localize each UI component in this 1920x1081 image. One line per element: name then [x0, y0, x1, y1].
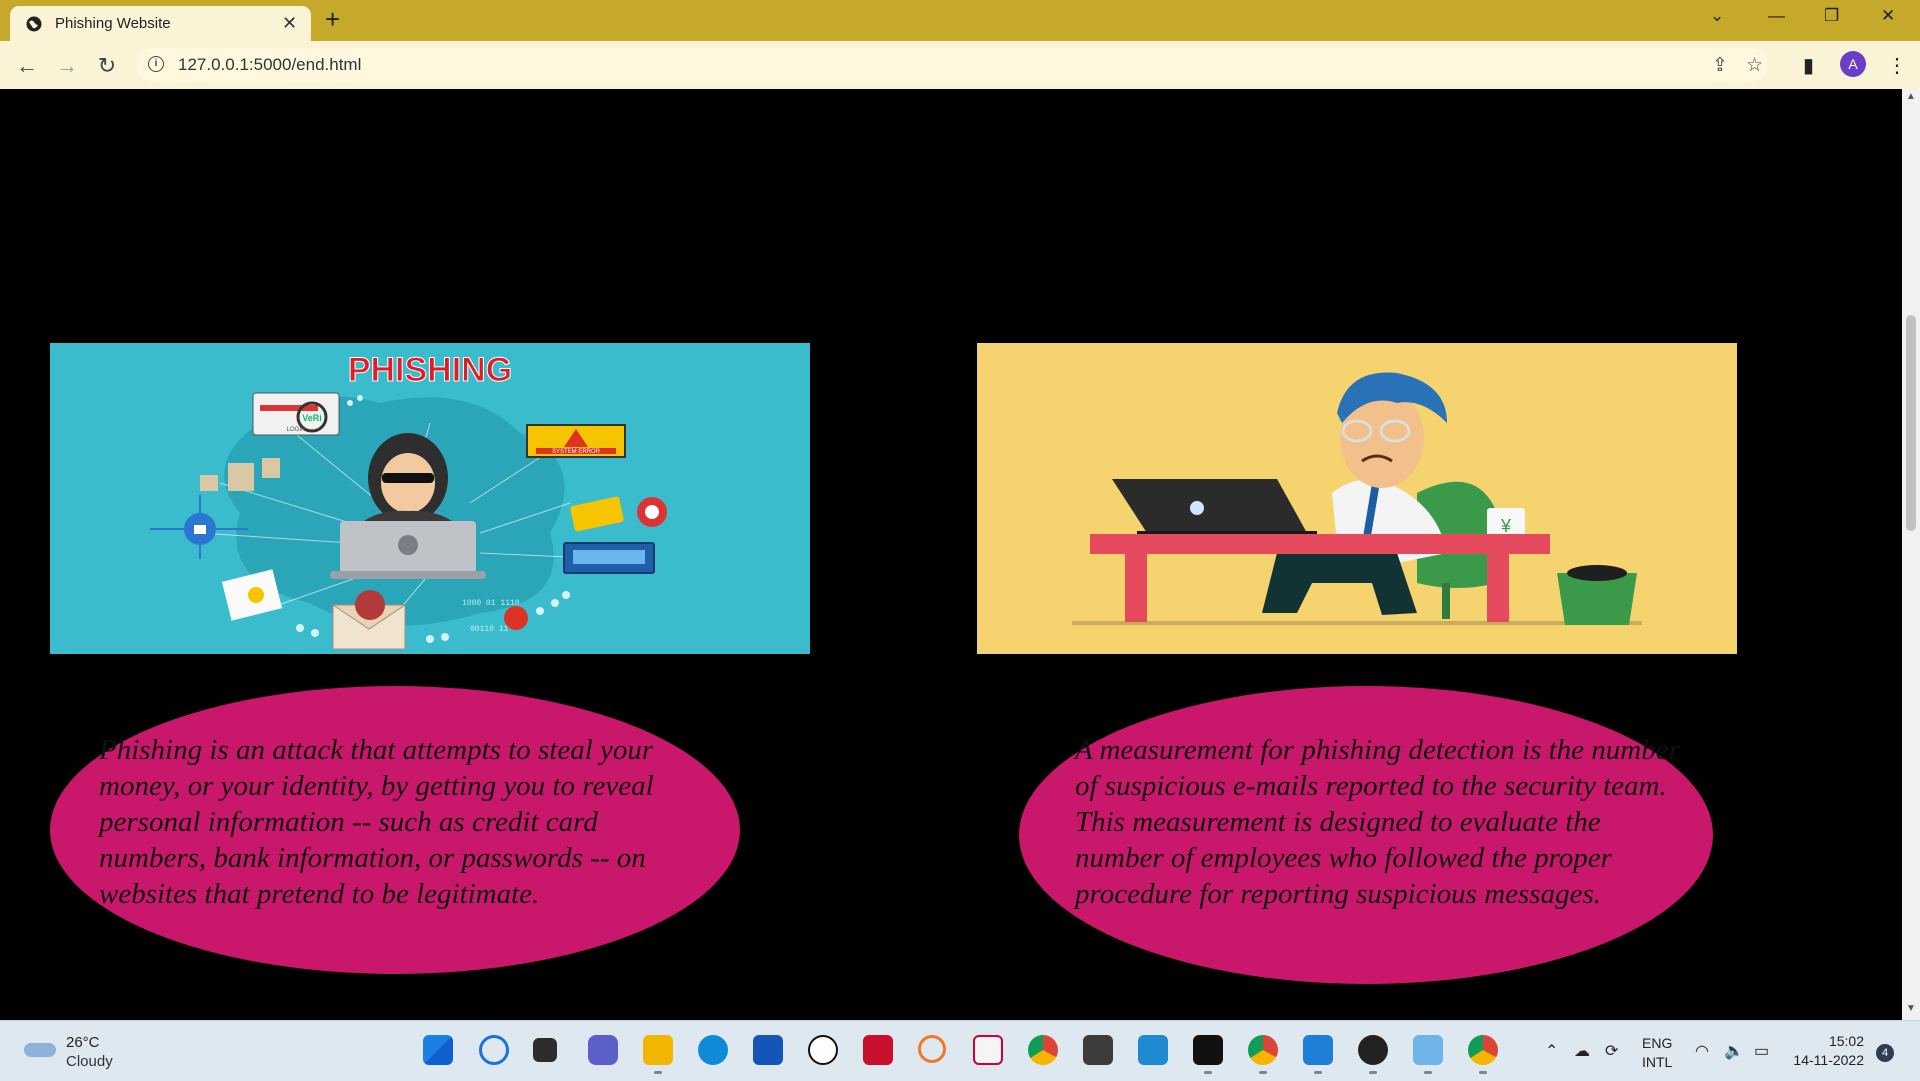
phishing-illustration-art: PHISHING VeRi LOGIN SYSTEM ERROR 1000 01…	[150, 351, 667, 650]
vscode-icon[interactable]	[1138, 1035, 1168, 1065]
language-indicator[interactable]: ENG INTL	[1642, 1034, 1672, 1072]
worried-worker-art: ¥	[1072, 372, 1642, 625]
store-icon[interactable]	[753, 1035, 783, 1065]
tool-icon[interactable]	[973, 1035, 1003, 1065]
login-label: LOGIN	[287, 427, 306, 433]
url-text[interactable]: 127.0.0.1:5000/end.html	[178, 55, 361, 75]
chrome-icon[interactable]	[1028, 1035, 1058, 1065]
system-error-label: SYSTEM ERROR	[552, 449, 601, 455]
tab-search-chevron-icon[interactable]: ⌄	[1710, 6, 1724, 26]
chat-icon[interactable]	[588, 1035, 618, 1065]
restore-icon[interactable]: ❐	[1824, 6, 1839, 26]
taskbar: 26°C Cloudy ⌃ ☁ ⟳ ENG INTL ◠ 🔈 ▭ 15:02 1…	[0, 1020, 1920, 1081]
search-icon[interactable]	[479, 1035, 509, 1065]
clock[interactable]: 15:02 14-11-2022	[1792, 1032, 1864, 1070]
phishing-definition-bubble: Phishing is an attack that attempts to s…	[50, 686, 740, 974]
chrome-profile-a-icon[interactable]	[1468, 1035, 1498, 1074]
phishing-measurement-text: A measurement for phishing detection is …	[1075, 734, 1680, 910]
browser-tab[interactable]: Phishing Website ✕	[10, 6, 311, 41]
weather-condition: Cloudy	[66, 1053, 113, 1070]
volume-icon[interactable]: 🔈	[1724, 1041, 1744, 1061]
cmd-icon[interactable]	[1193, 1035, 1223, 1074]
phishing-measurement-bubble: A measurement for phishing detection is …	[1019, 686, 1713, 984]
browser-toolbar: ← → ↻ i 127.0.0.1:5000/end.html ⇪ ☆ ▮ ⋮	[0, 41, 1920, 90]
terminal-icon[interactable]	[1083, 1035, 1113, 1065]
new-tab-button[interactable]: +	[325, 4, 340, 35]
bookmark-star-icon[interactable]: ☆	[1746, 54, 1763, 77]
onedrive-cloud-icon[interactable]: ☁	[1574, 1041, 1590, 1061]
file-explorer-icon[interactable]	[643, 1035, 673, 1074]
menu-icon[interactable]: ⋮	[1887, 53, 1907, 78]
tab-close-icon[interactable]: ✕	[282, 13, 297, 34]
cloud-icon	[24, 1043, 56, 1057]
remote-icon[interactable]	[1413, 1035, 1443, 1074]
scroll-thumb[interactable]	[1906, 315, 1916, 531]
battery-icon[interactable]: ▭	[1754, 1041, 1769, 1061]
svg-text:¥: ¥	[1500, 516, 1512, 536]
site-info-icon[interactable]: i	[148, 56, 164, 72]
minimize-icon[interactable]: —	[1768, 6, 1785, 26]
jupyter-icon[interactable]	[918, 1035, 946, 1063]
keyboard-layout: INTL	[1642, 1054, 1673, 1070]
show-hidden-icons-chevron-icon[interactable]: ⌃	[1545, 1041, 1558, 1061]
clock-date: 14-11-2022	[1793, 1052, 1864, 1068]
scroll-down-icon[interactable]: ▼	[1906, 1003, 1916, 1014]
tab-title: Phishing Website	[55, 15, 171, 32]
svg-text:1000 01 1110: 1000 01 1110	[462, 599, 520, 608]
reload-icon[interactable]: ↻	[94, 53, 120, 79]
svg-text:00110 11: 00110 11	[470, 625, 509, 634]
edge-icon[interactable]	[698, 1035, 728, 1065]
start-icon[interactable]	[423, 1035, 453, 1065]
share-icon[interactable]: ⇪	[1712, 54, 1728, 77]
dell-icon[interactable]	[808, 1035, 838, 1065]
address-bar[interactable]: i 127.0.0.1:5000/end.html ⇪ ☆	[136, 48, 1768, 82]
worker-illustration: ¥	[977, 343, 1737, 654]
notification-badge[interactable]: 4	[1876, 1044, 1894, 1062]
forward-icon[interactable]: →	[54, 53, 80, 79]
side-panel-icon[interactable]: ▮	[1803, 53, 1814, 78]
sync-icon[interactable]: ⟳	[1605, 1041, 1618, 1061]
media-player-icon[interactable]	[1358, 1035, 1388, 1074]
chrome-profile-d-icon[interactable]	[1248, 1035, 1278, 1074]
photos-icon[interactable]	[1303, 1035, 1333, 1074]
phishing-definition-text: Phishing is an attack that attempts to s…	[99, 734, 654, 910]
weather-temp: 26°C	[66, 1034, 100, 1051]
profile-avatar[interactable]: A	[1840, 51, 1866, 77]
back-icon[interactable]: ←	[14, 53, 40, 79]
page-viewport: PHISHING VeRi LOGIN SYSTEM ERROR 1000 01…	[0, 89, 1902, 1020]
scroll-up-icon[interactable]: ▲	[1906, 91, 1916, 102]
mcafee-icon[interactable]	[863, 1035, 893, 1065]
veri-label: VeRi	[302, 413, 322, 423]
language-code: ENG	[1642, 1035, 1673, 1051]
task-view-icon[interactable]	[533, 1038, 557, 1062]
close-window-icon[interactable]: ✕	[1881, 6, 1895, 26]
phishing-heading: PHISHING	[348, 351, 512, 389]
tab-bar: Phishing Website ✕ + ⌄ — ❐ ✕	[0, 0, 1920, 41]
phishing-illustration: PHISHING VeRi LOGIN SYSTEM ERROR 1000 01…	[50, 343, 810, 654]
vertical-scrollbar[interactable]: ▲ ▼	[1902, 89, 1920, 1020]
clock-time: 15:02	[1828, 1033, 1864, 1049]
globe-icon	[26, 16, 42, 32]
wifi-icon[interactable]: ◠	[1695, 1041, 1709, 1061]
